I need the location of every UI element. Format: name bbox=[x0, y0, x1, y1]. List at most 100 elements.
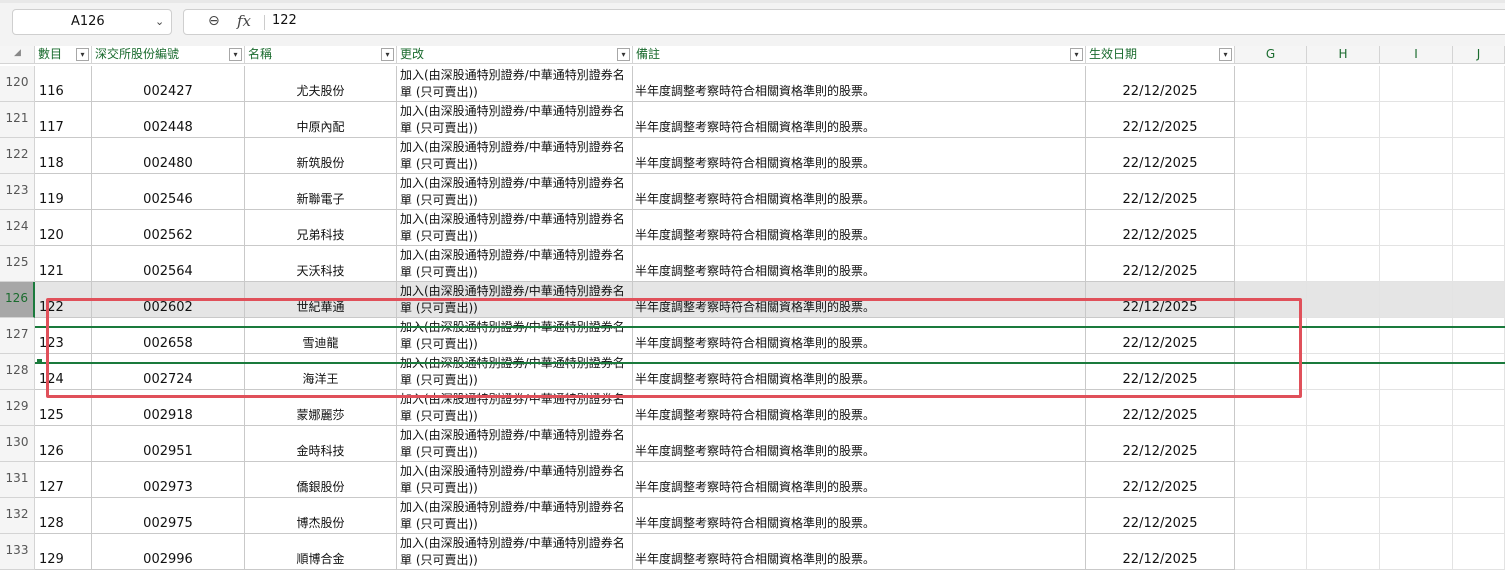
column-header-j[interactable]: J bbox=[1453, 46, 1505, 64]
cell-effective-date[interactable]: 22/12/2025 bbox=[1086, 426, 1235, 462]
cell-stock-code[interactable]: 002973 bbox=[92, 462, 245, 498]
empty-cell[interactable] bbox=[1380, 246, 1453, 282]
filter-dropdown-icon[interactable]: ▾ bbox=[617, 48, 630, 61]
cell-remark[interactable]: 半年度調整考察時符合相關資格準則的股票。 bbox=[633, 462, 1086, 498]
cell-remark[interactable]: 半年度調整考察時符合相關資格準則的股票。 bbox=[633, 426, 1086, 462]
empty-cell[interactable] bbox=[1235, 246, 1307, 282]
row-header[interactable]: 122 bbox=[0, 138, 35, 174]
empty-cell[interactable] bbox=[1380, 462, 1453, 498]
cell-number[interactable]: 119 bbox=[35, 174, 92, 210]
empty-cell[interactable] bbox=[1380, 174, 1453, 210]
empty-cell[interactable] bbox=[1307, 174, 1380, 210]
column-header-e[interactable]: 備註 ▾ bbox=[633, 46, 1086, 64]
empty-cell[interactable] bbox=[1307, 354, 1380, 390]
empty-cell[interactable] bbox=[1453, 498, 1505, 534]
cell-effective-date[interactable]: 22/12/2025 bbox=[1086, 102, 1235, 138]
row-header[interactable]: 121 bbox=[0, 102, 35, 138]
cell-change[interactable]: 加入(由深股通特別證券/中華通特別證券名單 (只可賣出)) bbox=[397, 138, 633, 174]
row-header[interactable]: 130 bbox=[0, 426, 35, 462]
empty-cell[interactable] bbox=[1453, 426, 1505, 462]
column-header-c[interactable]: 名稱 ▾ bbox=[245, 46, 397, 64]
cell-change[interactable]: 加入(由深股通特別證券/中華通特別證券名單 (只可賣出)) bbox=[397, 66, 633, 102]
empty-cell[interactable] bbox=[1307, 138, 1380, 174]
empty-cell[interactable] bbox=[1453, 354, 1505, 390]
cell-number[interactable]: 129 bbox=[35, 534, 92, 570]
cell-number[interactable]: 121 bbox=[35, 246, 92, 282]
empty-cell[interactable] bbox=[1380, 318, 1453, 354]
cell-stock-name[interactable]: 新聯電子 bbox=[245, 174, 397, 210]
empty-cell[interactable] bbox=[1380, 210, 1453, 246]
empty-cell[interactable] bbox=[1380, 390, 1453, 426]
filter-dropdown-icon[interactable]: ▾ bbox=[1070, 48, 1083, 61]
cell-stock-code[interactable]: 002427 bbox=[92, 66, 245, 102]
cell-remark[interactable]: 半年度調整考察時符合相關資格準則的股票。 bbox=[633, 174, 1086, 210]
cell-number[interactable]: 120 bbox=[35, 210, 92, 246]
cell-change[interactable]: 加入(由深股通特別證券/中華通特別證券名單 (只可賣出)) bbox=[397, 246, 633, 282]
cell-effective-date[interactable]: 22/12/2025 bbox=[1086, 174, 1235, 210]
cell-remark[interactable]: 半年度調整考察時符合相關資格準則的股票。 bbox=[633, 534, 1086, 570]
empty-cell[interactable] bbox=[1453, 210, 1505, 246]
empty-cell[interactable] bbox=[1307, 318, 1380, 354]
cell-stock-code[interactable]: 002951 bbox=[92, 426, 245, 462]
cell-change[interactable]: 加入(由深股通特別證券/中華通特別證券名單 (只可賣出)) bbox=[397, 174, 633, 210]
cell-change[interactable]: 加入(由深股通特別證券/中華通特別證券名單 (只可賣出)) bbox=[397, 498, 633, 534]
cell-stock-code[interactable]: 002975 bbox=[92, 498, 245, 534]
empty-cell[interactable] bbox=[1307, 102, 1380, 138]
cell-change[interactable]: 加入(由深股通特別證券/中華通特別證券名單 (只可賣出)) bbox=[397, 210, 633, 246]
empty-cell[interactable] bbox=[1453, 174, 1505, 210]
cell-stock-name[interactable]: 尤夫股份 bbox=[245, 66, 397, 102]
column-header-d[interactable]: 更改 ▾ bbox=[397, 46, 633, 64]
cell-stock-name[interactable]: 博杰股份 bbox=[245, 498, 397, 534]
empty-cell[interactable] bbox=[1307, 246, 1380, 282]
empty-cell[interactable] bbox=[1453, 282, 1505, 318]
cell-remark[interactable]: 半年度調整考察時符合相關資格準則的股票。 bbox=[633, 210, 1086, 246]
cell-stock-name[interactable]: 新筑股份 bbox=[245, 138, 397, 174]
empty-cell[interactable] bbox=[1453, 246, 1505, 282]
cell-stock-code[interactable]: 002448 bbox=[92, 102, 245, 138]
empty-cell[interactable] bbox=[1235, 138, 1307, 174]
row-header[interactable]: 131 bbox=[0, 462, 35, 498]
row-header[interactable]: 128 bbox=[0, 354, 35, 390]
row-header[interactable]: 133 bbox=[0, 534, 35, 570]
cell-effective-date[interactable]: 22/12/2025 bbox=[1086, 138, 1235, 174]
empty-cell[interactable] bbox=[1235, 462, 1307, 498]
empty-cell[interactable] bbox=[1235, 210, 1307, 246]
cell-remark[interactable]: 半年度調整考察時符合相關資格準則的股票。 bbox=[633, 498, 1086, 534]
empty-cell[interactable] bbox=[1380, 426, 1453, 462]
empty-cell[interactable] bbox=[1453, 102, 1505, 138]
empty-cell[interactable] bbox=[1307, 390, 1380, 426]
cell-remark[interactable]: 半年度調整考察時符合相關資格準則的股票。 bbox=[633, 246, 1086, 282]
empty-cell[interactable] bbox=[1235, 174, 1307, 210]
column-header-i[interactable]: I bbox=[1380, 46, 1453, 64]
cell-stock-name[interactable]: 兄弟科技 bbox=[245, 210, 397, 246]
cell-effective-date[interactable]: 22/12/2025 bbox=[1086, 246, 1235, 282]
column-header-a[interactable]: 數目 ▾ bbox=[35, 46, 92, 64]
column-header-g[interactable]: G bbox=[1235, 46, 1307, 64]
row-header[interactable]: 127 bbox=[0, 318, 35, 354]
empty-cell[interactable] bbox=[1307, 534, 1380, 570]
cell-stock-name[interactable]: 金時科技 bbox=[245, 426, 397, 462]
empty-cell[interactable] bbox=[1380, 282, 1453, 318]
empty-cell[interactable] bbox=[1380, 354, 1453, 390]
empty-cell[interactable] bbox=[1453, 390, 1505, 426]
row-header[interactable]: 123 bbox=[0, 174, 35, 210]
empty-cell[interactable] bbox=[1453, 138, 1505, 174]
empty-cell[interactable] bbox=[1235, 102, 1307, 138]
cell-change[interactable]: 加入(由深股通特別證券/中華通特別證券名單 (只可賣出)) bbox=[397, 426, 633, 462]
cell-effective-date[interactable]: 22/12/2025 bbox=[1086, 498, 1235, 534]
empty-cell[interactable] bbox=[1307, 66, 1380, 102]
empty-cell[interactable] bbox=[1307, 282, 1380, 318]
empty-cell[interactable] bbox=[1453, 318, 1505, 354]
empty-cell[interactable] bbox=[1380, 498, 1453, 534]
cell-effective-date[interactable]: 22/12/2025 bbox=[1086, 462, 1235, 498]
empty-cell[interactable] bbox=[1380, 102, 1453, 138]
empty-cell[interactable] bbox=[1235, 426, 1307, 462]
empty-cell[interactable] bbox=[1307, 462, 1380, 498]
filter-dropdown-icon[interactable]: ▾ bbox=[76, 48, 89, 61]
empty-cell[interactable] bbox=[1453, 66, 1505, 102]
empty-cell[interactable] bbox=[1307, 210, 1380, 246]
empty-cell[interactable] bbox=[1380, 534, 1453, 570]
cell-remark[interactable]: 半年度調整考察時符合相關資格準則的股票。 bbox=[633, 66, 1086, 102]
row-header[interactable]: 120 bbox=[0, 66, 35, 102]
filter-dropdown-icon[interactable]: ▾ bbox=[229, 48, 242, 61]
